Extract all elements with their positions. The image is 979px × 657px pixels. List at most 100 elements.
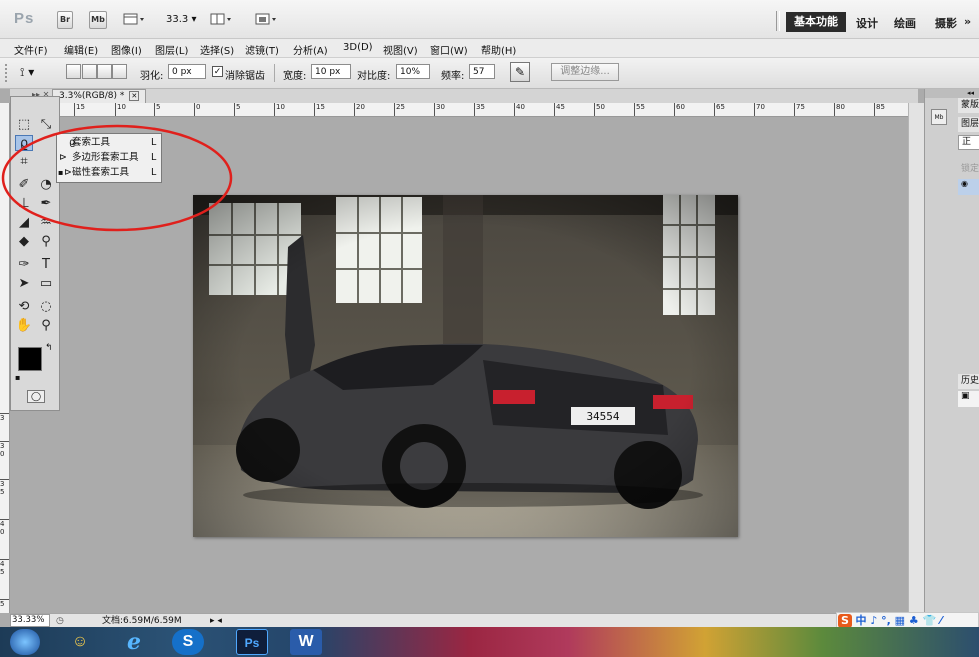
- workspace-painting[interactable]: 绘画: [894, 15, 916, 31]
- status-menu-arrow-icon[interactable]: ▸ ◂: [210, 614, 222, 628]
- path-select-tool-icon[interactable]: ➤: [15, 276, 33, 292]
- ruler-label: 45: [554, 103, 565, 116]
- shape-tool-icon[interactable]: ▭: [37, 276, 55, 292]
- ruler-label: 80: [834, 103, 845, 116]
- ruler-label: 40: [514, 103, 525, 116]
- ruler-label: 5: [154, 103, 160, 116]
- internet-explorer-icon[interactable]: e: [118, 629, 150, 655]
- workspace-photography[interactable]: 摄影: [935, 15, 957, 31]
- arrange-documents-button[interactable]: [210, 11, 234, 27]
- zoom-tool-icon[interactable]: ⚲: [37, 318, 55, 334]
- ime-status-text: 中 ♪ °, ▦ ♣ 👕 ⁄: [855, 614, 942, 627]
- ruler-label: 3 5: [0, 479, 9, 496]
- antialias-checkbox[interactable]: ✓: [212, 66, 223, 77]
- menu-help[interactable]: 帮助(H): [481, 42, 516, 57]
- feather-label: 羽化:: [140, 71, 164, 82]
- pen-tool-icon[interactable]: ✑: [15, 257, 33, 273]
- ruler-label: 4 5: [0, 559, 9, 576]
- zoom-percentage-field[interactable]: 33.33%: [10, 614, 50, 627]
- ruler-label: 75: [794, 103, 805, 116]
- subtract-from-selection-icon[interactable]: [97, 64, 112, 79]
- zoom-level-value: 33.3: [166, 14, 189, 25]
- hand-tool-icon[interactable]: ✋: [15, 318, 33, 334]
- lock-label: 锁定: [961, 164, 979, 173]
- mini-bridge-button[interactable]: Mb: [89, 11, 107, 29]
- menu-analysis[interactable]: 分析(A): [293, 42, 328, 57]
- photoshop-taskbar-icon[interactable]: Ps: [236, 629, 268, 655]
- menu-window[interactable]: 窗口(W): [430, 42, 468, 57]
- width-input[interactable]: 10 px: [311, 64, 351, 79]
- word-taskbar-icon[interactable]: W: [290, 629, 322, 655]
- windows-taskbar: ☺ e S Ps W: [0, 627, 979, 657]
- ruler-label: 60: [674, 103, 685, 116]
- menu-layer[interactable]: 图层(L): [155, 42, 188, 57]
- workspace-essentials[interactable]: 基本功能: [786, 12, 846, 32]
- menu-select[interactable]: 选择(S): [200, 42, 234, 57]
- tablet-pressure-icon[interactable]: ✎: [510, 62, 530, 82]
- options-grip[interactable]: [5, 64, 12, 82]
- vertical-scrollbar[interactable]: [908, 103, 924, 613]
- status-info-icon[interactable]: ◷: [56, 614, 64, 628]
- type-tool-icon[interactable]: T: [37, 257, 55, 273]
- menu-file[interactable]: 文件(F): [14, 42, 48, 57]
- history-panel-tab[interactable]: 历史: [958, 374, 979, 389]
- ruler-label: 85: [874, 103, 885, 116]
- masks-panel-tab[interactable]: 蒙版: [958, 98, 979, 113]
- ruler-label: 55: [634, 103, 645, 116]
- annotation-ellipse: [1, 124, 233, 232]
- arrange-documents-icon: [210, 13, 231, 25]
- new-selection-icon[interactable]: [66, 64, 81, 79]
- sogou-browser-icon[interactable]: S: [172, 629, 204, 655]
- antialias-label: 消除锯齿: [225, 71, 265, 82]
- history-snapshot[interactable]: ▣: [958, 391, 979, 407]
- document-tab[interactable]: 3.3%(RGB/8) * ✕: [52, 89, 146, 103]
- workspace-design[interactable]: 设计: [856, 15, 878, 31]
- refine-edge-button[interactable]: 调整边缘...: [551, 63, 619, 81]
- frequency-input[interactable]: 57: [469, 64, 495, 79]
- foreground-color-swatch[interactable]: [18, 347, 42, 371]
- menu-edit[interactable]: 编辑(E): [64, 42, 98, 57]
- feather-input[interactable]: 0 px: [168, 64, 206, 79]
- screen-mode-button[interactable]: [255, 11, 279, 27]
- blend-mode-select[interactable]: 正常: [958, 135, 979, 150]
- eye-icon[interactable]: ◉: [961, 179, 968, 188]
- document-image[interactable]: 34554: [193, 195, 738, 537]
- close-tab-icon[interactable]: ✕: [129, 91, 140, 101]
- ruler-label: 10: [274, 103, 285, 116]
- document-size-text: 文档:6.59M/6.59M: [102, 616, 182, 626]
- ruler-label: 65: [714, 103, 725, 116]
- bridge-button[interactable]: Br: [57, 11, 73, 29]
- right-panel-dock: ◂◂ Mb 蒙版 图层 正常 锁定 ◉ 历史 ▣: [924, 89, 979, 613]
- workspace-more-button[interactable]: »: [964, 15, 971, 28]
- qq-icon[interactable]: ☺: [64, 629, 96, 655]
- menu-filter[interactable]: 滤镜(T): [245, 42, 279, 57]
- layers-panel-tab[interactable]: 图层: [958, 117, 979, 132]
- dock-collapse-icon[interactable]: ◂◂: [925, 89, 979, 98]
- intersect-selection-icon[interactable]: [112, 64, 127, 79]
- menu-image[interactable]: 图像(I): [111, 42, 142, 57]
- contrast-input[interactable]: 10%: [396, 64, 430, 79]
- ruler-label: 3: [0, 413, 9, 422]
- sogou-ime-icon[interactable]: S: [838, 614, 852, 628]
- 3d-orbit-tool-icon[interactable]: ◌: [37, 299, 55, 315]
- tool-preset-picker[interactable]: ⟟ ▾: [20, 62, 56, 82]
- view-extras-button[interactable]: [123, 11, 145, 27]
- swap-colors-icon[interactable]: ↰: [45, 343, 53, 353]
- car-photo: 34554: [193, 195, 738, 537]
- add-to-selection-icon[interactable]: [82, 64, 97, 79]
- zoom-level-dropdown[interactable]: 33.3 ▾: [166, 14, 196, 25]
- start-button-icon[interactable]: [10, 629, 40, 655]
- mini-bridge-panel-icon[interactable]: Mb: [931, 109, 947, 125]
- ruler-label: 50: [594, 103, 605, 116]
- ruler-label: 20: [354, 103, 365, 116]
- magnetic-lasso-icon: ⟟: [20, 65, 25, 79]
- menu-3d[interactable]: 3D(D): [343, 42, 373, 53]
- menu-view[interactable]: 视图(V): [383, 42, 418, 57]
- tool-options-bar: ⟟ ▾ 羽化: 0 px ✓ 消除锯齿 宽度: 10 px 对比度: 10% 频…: [0, 58, 979, 89]
- layer-row[interactable]: ◉: [958, 179, 979, 195]
- default-colors-icon[interactable]: ▪: [15, 373, 20, 382]
- ruler-label: 35: [474, 103, 485, 116]
- quick-mask-icon[interactable]: ◯: [27, 390, 45, 403]
- 3d-rotate-tool-icon[interactable]: ⟲: [15, 299, 33, 315]
- ruler-label: 25: [394, 103, 405, 116]
